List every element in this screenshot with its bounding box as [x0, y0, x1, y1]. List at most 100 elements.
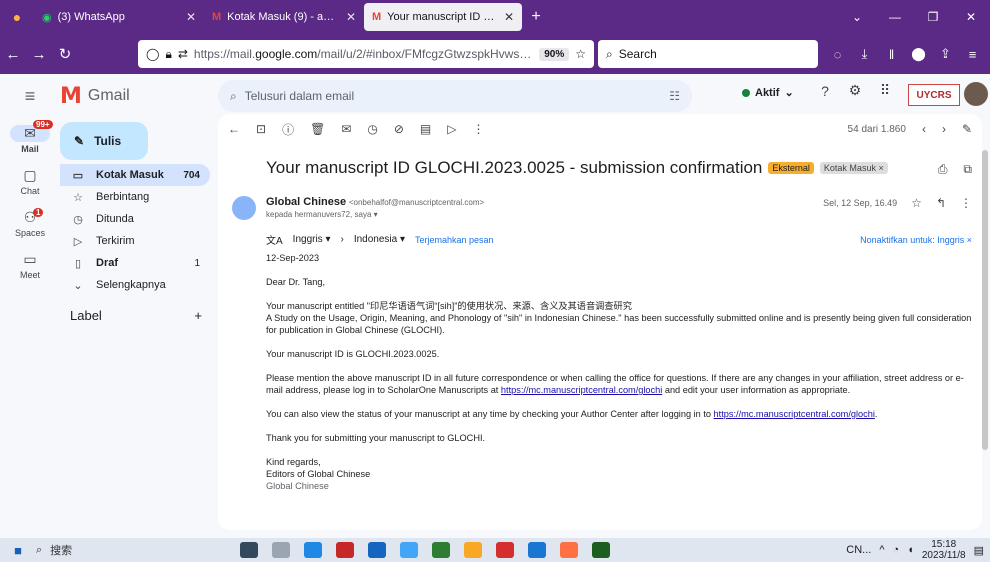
input-language[interactable]: CN... [846, 544, 871, 556]
task-view-icon[interactable] [272, 542, 290, 558]
add-label-icon[interactable]: + [194, 308, 202, 323]
chevron-up-icon[interactable]: ^ [879, 544, 884, 556]
rail-item-mail[interactable]: ✉ 99+ Mail [0, 118, 60, 160]
close-tab-icon[interactable]: ✕ [186, 10, 196, 24]
sidebar-item-starred[interactable]: ☆ Berbintang [60, 186, 210, 208]
gmail-logo[interactable]: M Gmail [60, 84, 218, 109]
rail-item-meet[interactable]: ▭ Meet [0, 244, 60, 286]
star-icon[interactable]: ☆ [911, 196, 922, 210]
store-icon[interactable] [304, 542, 322, 558]
excel-icon[interactable] [592, 542, 610, 558]
mail-search-input[interactable]: ⌕ Telusuri dalam email ☷ [218, 80, 692, 112]
lock-icon[interactable]: 🔒︎ [165, 47, 171, 62]
close-tab-icon[interactable]: ✕ [346, 10, 356, 24]
newer-icon[interactable]: ‹ [922, 122, 926, 136]
url-text[interactable]: https://mail.google.com/mail/u/2/#inbox/… [194, 47, 533, 61]
author-center-link[interactable]: https://mc.manuscriptcentral.com/glochi [714, 409, 875, 419]
apps-grid-icon[interactable]: ⠿ [872, 82, 898, 99]
rail-item-spaces[interactable]: ⚇ 1 Spaces [0, 202, 60, 244]
older-icon[interactable]: › [942, 122, 946, 136]
sidebar-item-more[interactable]: ⌄ Selengkapnya [60, 274, 210, 296]
firefox-icon[interactable] [560, 542, 578, 558]
tab-whatsapp[interactable]: ◉ (3) WhatsApp ✕ [34, 3, 204, 31]
sender-name[interactable]: Global Chinese [266, 196, 346, 208]
label-icon[interactable]: ▷ [447, 122, 456, 136]
inbox-label-chip[interactable]: Kotak Masuk × [819, 162, 888, 174]
print-icon[interactable]: ⎙ [938, 162, 948, 177]
menu-icon[interactable]: ≡ [959, 47, 986, 62]
pdf-app-icon[interactable] [496, 542, 514, 558]
search-icon[interactable]: ⌕ [230, 89, 237, 104]
recipients[interactable]: kepada hermanuvers72, saya ▾ [266, 210, 484, 219]
help-icon[interactable]: ? [812, 83, 838, 99]
browser-search-box[interactable]: ⌕ Search [598, 40, 818, 68]
close-tab-icon[interactable]: ✕ [504, 10, 514, 24]
close-window-icon[interactable]: ✕ [952, 10, 990, 24]
mail-app-icon[interactable] [368, 542, 386, 558]
search-options-icon[interactable]: ☷ [669, 89, 680, 103]
gear-icon[interactable]: ⚙ [842, 82, 868, 99]
back-to-inbox-icon[interactable]: ← [228, 122, 240, 136]
pocket-icon[interactable]: ◌ [824, 47, 851, 62]
firefox-view-icon[interactable]: ● [0, 0, 34, 34]
more-options-icon[interactable]: ⋮ [473, 122, 485, 136]
downloads-icon[interactable]: ⤓ [851, 46, 878, 62]
move-to-icon[interactable]: ▤ [420, 122, 431, 136]
tab-gmail-inbox[interactable]: M Kotak Masuk (9) - apsmi2022 ✕ [204, 3, 364, 31]
sidebar-item-drafts[interactable]: ▯ Draf 1 [60, 252, 210, 274]
translate-link[interactable]: Terjemahkan pesan [415, 235, 494, 245]
network-icon[interactable]: ◔ [893, 544, 900, 556]
volume-icon[interactable]: ◖ [907, 544, 914, 556]
minimize-icon[interactable]: — [876, 10, 914, 24]
sidebar-item-sent[interactable]: ▷ Terkirim [60, 230, 210, 252]
snooze-icon[interactable]: ◷ [367, 122, 377, 136]
target-language-select[interactable]: Indonesia ▾ [354, 234, 405, 245]
page-scrollbar[interactable] [982, 150, 988, 450]
sidebar-item-snoozed[interactable]: ◷ Ditunda [60, 208, 210, 230]
open-new-window-icon[interactable]: ⧉ [963, 162, 972, 177]
sidebar-item-inbox[interactable]: ▭ Kotak Masuk 704 [60, 164, 210, 186]
avatar[interactable] [964, 82, 988, 106]
word-icon[interactable] [528, 542, 546, 558]
red-app-icon[interactable] [336, 542, 354, 558]
forward-icon[interactable]: → [26, 46, 52, 63]
rail-item-chat[interactable]: ▢ Chat [0, 160, 60, 202]
maximize-icon[interactable]: ❐ [914, 10, 952, 24]
archive-icon[interactable]: ⊡ [256, 122, 266, 136]
taskbar-search[interactable]: ⌕ 搜索 [36, 542, 196, 558]
scholarone-link[interactable]: https://mc.manuscriptcentral.com/glochi [501, 385, 662, 395]
share-icon[interactable]: ⇪ [932, 46, 959, 62]
list-all-tabs-icon[interactable]: ⌄ [838, 10, 876, 24]
main-menu-icon[interactable]: ≡ [0, 86, 60, 107]
url-bar[interactable]: ◯ 🔒︎ ⇄ https://mail.google.com/mail/u/2/… [138, 40, 594, 68]
green-app-icon[interactable] [432, 542, 450, 558]
bookmark-star-icon[interactable]: ☆ [575, 47, 586, 61]
reload-icon[interactable]: ↻ [52, 45, 78, 63]
tab-manuscript[interactable]: M Your manuscript ID GLOCHI.2023 ✕ [364, 3, 522, 31]
app-thumbnail-icon[interactable] [240, 542, 258, 558]
extension-icon[interactable]: ⬤ [905, 46, 932, 62]
reply-icon[interactable]: ↰ [936, 196, 946, 210]
new-tab-button[interactable]: + [522, 3, 550, 31]
compose-button[interactable]: ✎ Tulis [60, 122, 148, 160]
more-options-icon[interactable]: ⋮ [960, 196, 972, 210]
delete-icon[interactable]: 🗑︎ [310, 122, 325, 136]
library-icon[interactable]: ‖ [878, 47, 905, 62]
permissions-icon[interactable]: ⇄ [178, 47, 188, 61]
source-language-select[interactable]: Inggris ▾ [293, 234, 331, 245]
status-selector[interactable]: Aktif ⌄ [742, 86, 794, 99]
settings-app-icon[interactable] [400, 542, 418, 558]
notification-icon[interactable]: ▤ [974, 544, 984, 557]
disable-translate-link[interactable]: Nonaktifkan untuk: Inggris × [860, 235, 972, 245]
zoom-level[interactable]: 90% [539, 47, 570, 61]
back-icon[interactable]: ← [0, 46, 26, 63]
file-explorer-icon[interactable] [464, 542, 482, 558]
report-spam-icon[interactable]: ⓘ [282, 121, 294, 138]
shield-icon[interactable]: ◯ [146, 47, 159, 61]
organization-logo[interactable]: UYCRS [908, 84, 960, 106]
clock[interactable]: 15:18 2023/11/8 [922, 539, 966, 561]
add-task-icon[interactable]: ⊘ [394, 122, 404, 136]
input-tools-icon[interactable]: ✎ [962, 122, 972, 136]
mark-unread-icon[interactable]: ✉ [341, 122, 351, 136]
windows-start-icon[interactable]: ■ [0, 543, 36, 558]
